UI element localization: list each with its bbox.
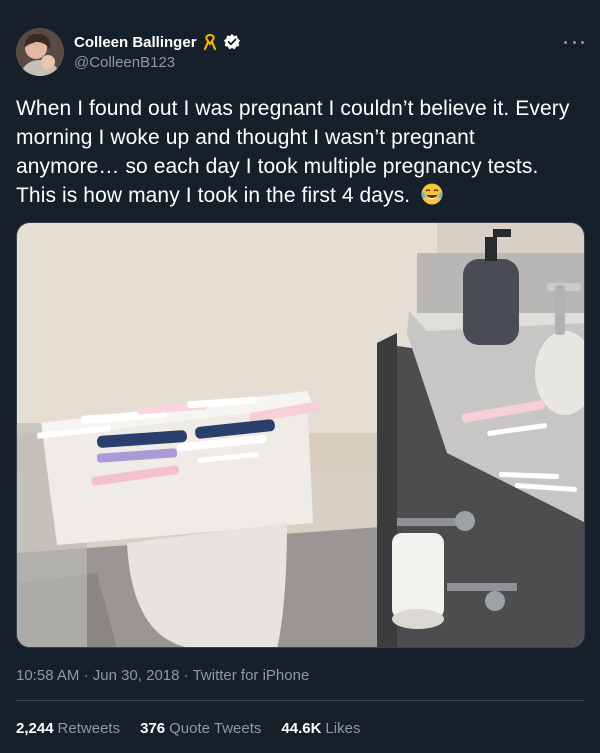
- meta-separator: ·: [83, 667, 89, 684]
- tweet-header: Colleen Ballinger @ColleenB123: [16, 28, 584, 84]
- verified-badge-icon: [223, 33, 241, 51]
- retweets-count: 2,244: [16, 720, 54, 737]
- tweet-time[interactable]: 10:58 AM: [16, 667, 79, 684]
- tweet-photo[interactable]: [16, 222, 585, 648]
- likes-count: 44.6K: [281, 720, 322, 737]
- ribbon-icon: [201, 33, 219, 51]
- quote-tweets-stat[interactable]: 376 Quote Tweets: [140, 720, 261, 737]
- author-info: Colleen Ballinger @ColleenB123: [74, 32, 241, 71]
- avatar[interactable]: [16, 28, 64, 76]
- retweets-stat[interactable]: 2,244 Retweets: [16, 720, 120, 737]
- tweet-source[interactable]: Twitter for iPhone: [193, 667, 310, 684]
- likes-stat[interactable]: 44.6K Likes: [281, 720, 360, 737]
- retweets-label: Retweets: [57, 720, 121, 737]
- author-display-name[interactable]: Colleen Ballinger: [74, 34, 197, 51]
- face-with-tears-of-joy-icon: [420, 182, 444, 214]
- tweet-date[interactable]: Jun 30, 2018: [93, 667, 180, 684]
- quote-tweets-count: 376: [140, 720, 166, 737]
- tweet-body: When I found out I was pregnant I couldn…: [16, 97, 570, 207]
- meta-separator: ·: [183, 667, 189, 684]
- tweet-text: When I found out I was pregnant I couldn…: [16, 94, 584, 214]
- engagement-stats: 2,244 Retweets 376 Quote Tweets 44.6K Likes: [16, 720, 360, 737]
- quote-tweets-label: Quote Tweets: [169, 720, 262, 737]
- author-handle[interactable]: @ColleenB123: [74, 54, 241, 71]
- divider: [16, 700, 584, 701]
- more-options-icon[interactable]: [564, 34, 584, 50]
- tweet-metadata: 10:58 AM · Jun 30, 2018 · Twitter for iP…: [16, 667, 309, 684]
- likes-label: Likes: [325, 720, 361, 737]
